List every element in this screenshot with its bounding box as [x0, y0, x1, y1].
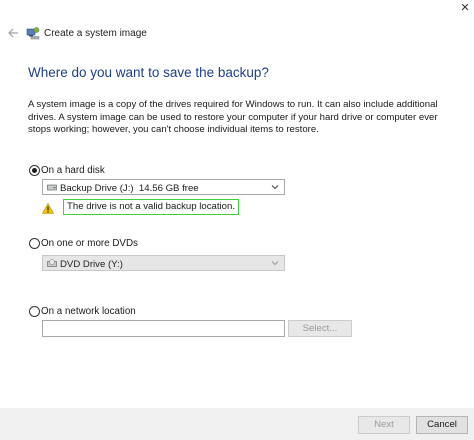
network-location-input[interactable] [42, 320, 285, 337]
warning-icon [42, 203, 54, 214]
dvd-dropdown-value: DVD Drive (Y:) [60, 259, 123, 270]
dvd-drive-icon [47, 259, 57, 267]
hard-disk-dropdown[interactable]: Backup Drive (J:) 14.56 GB free [42, 179, 285, 195]
warning-message: The drive is not a valid backup location… [63, 199, 239, 215]
select-button[interactable]: Select... [288, 320, 352, 337]
radio-dvd[interactable] [29, 238, 40, 249]
page-heading: Where do you want to save the backup? [28, 65, 269, 80]
radio-dvd-label[interactable]: On one or more DVDs [41, 238, 138, 249]
hard-disk-dropdown-value: Backup Drive (J:) 14.56 GB free [60, 183, 199, 194]
chevron-down-icon [271, 185, 279, 190]
system-image-icon [26, 27, 40, 40]
radio-network[interactable] [29, 306, 40, 317]
drive-icon [47, 184, 57, 191]
chevron-down-icon [271, 261, 279, 266]
window-title: Create a system image [44, 28, 147, 39]
dvd-dropdown[interactable]: DVD Drive (Y:) [42, 255, 285, 271]
radio-hard-disk[interactable] [29, 165, 40, 176]
next-button[interactable]: Next [358, 416, 410, 434]
radio-hard-disk-label[interactable]: On a hard disk [41, 165, 105, 176]
radio-network-label[interactable]: On a network location [41, 306, 136, 317]
close-button[interactable]: × [456, 0, 474, 16]
page-description: A system image is a copy of the drives r… [28, 99, 438, 135]
cancel-button[interactable]: Cancel [416, 416, 468, 434]
back-arrow-icon[interactable] [6, 26, 20, 40]
